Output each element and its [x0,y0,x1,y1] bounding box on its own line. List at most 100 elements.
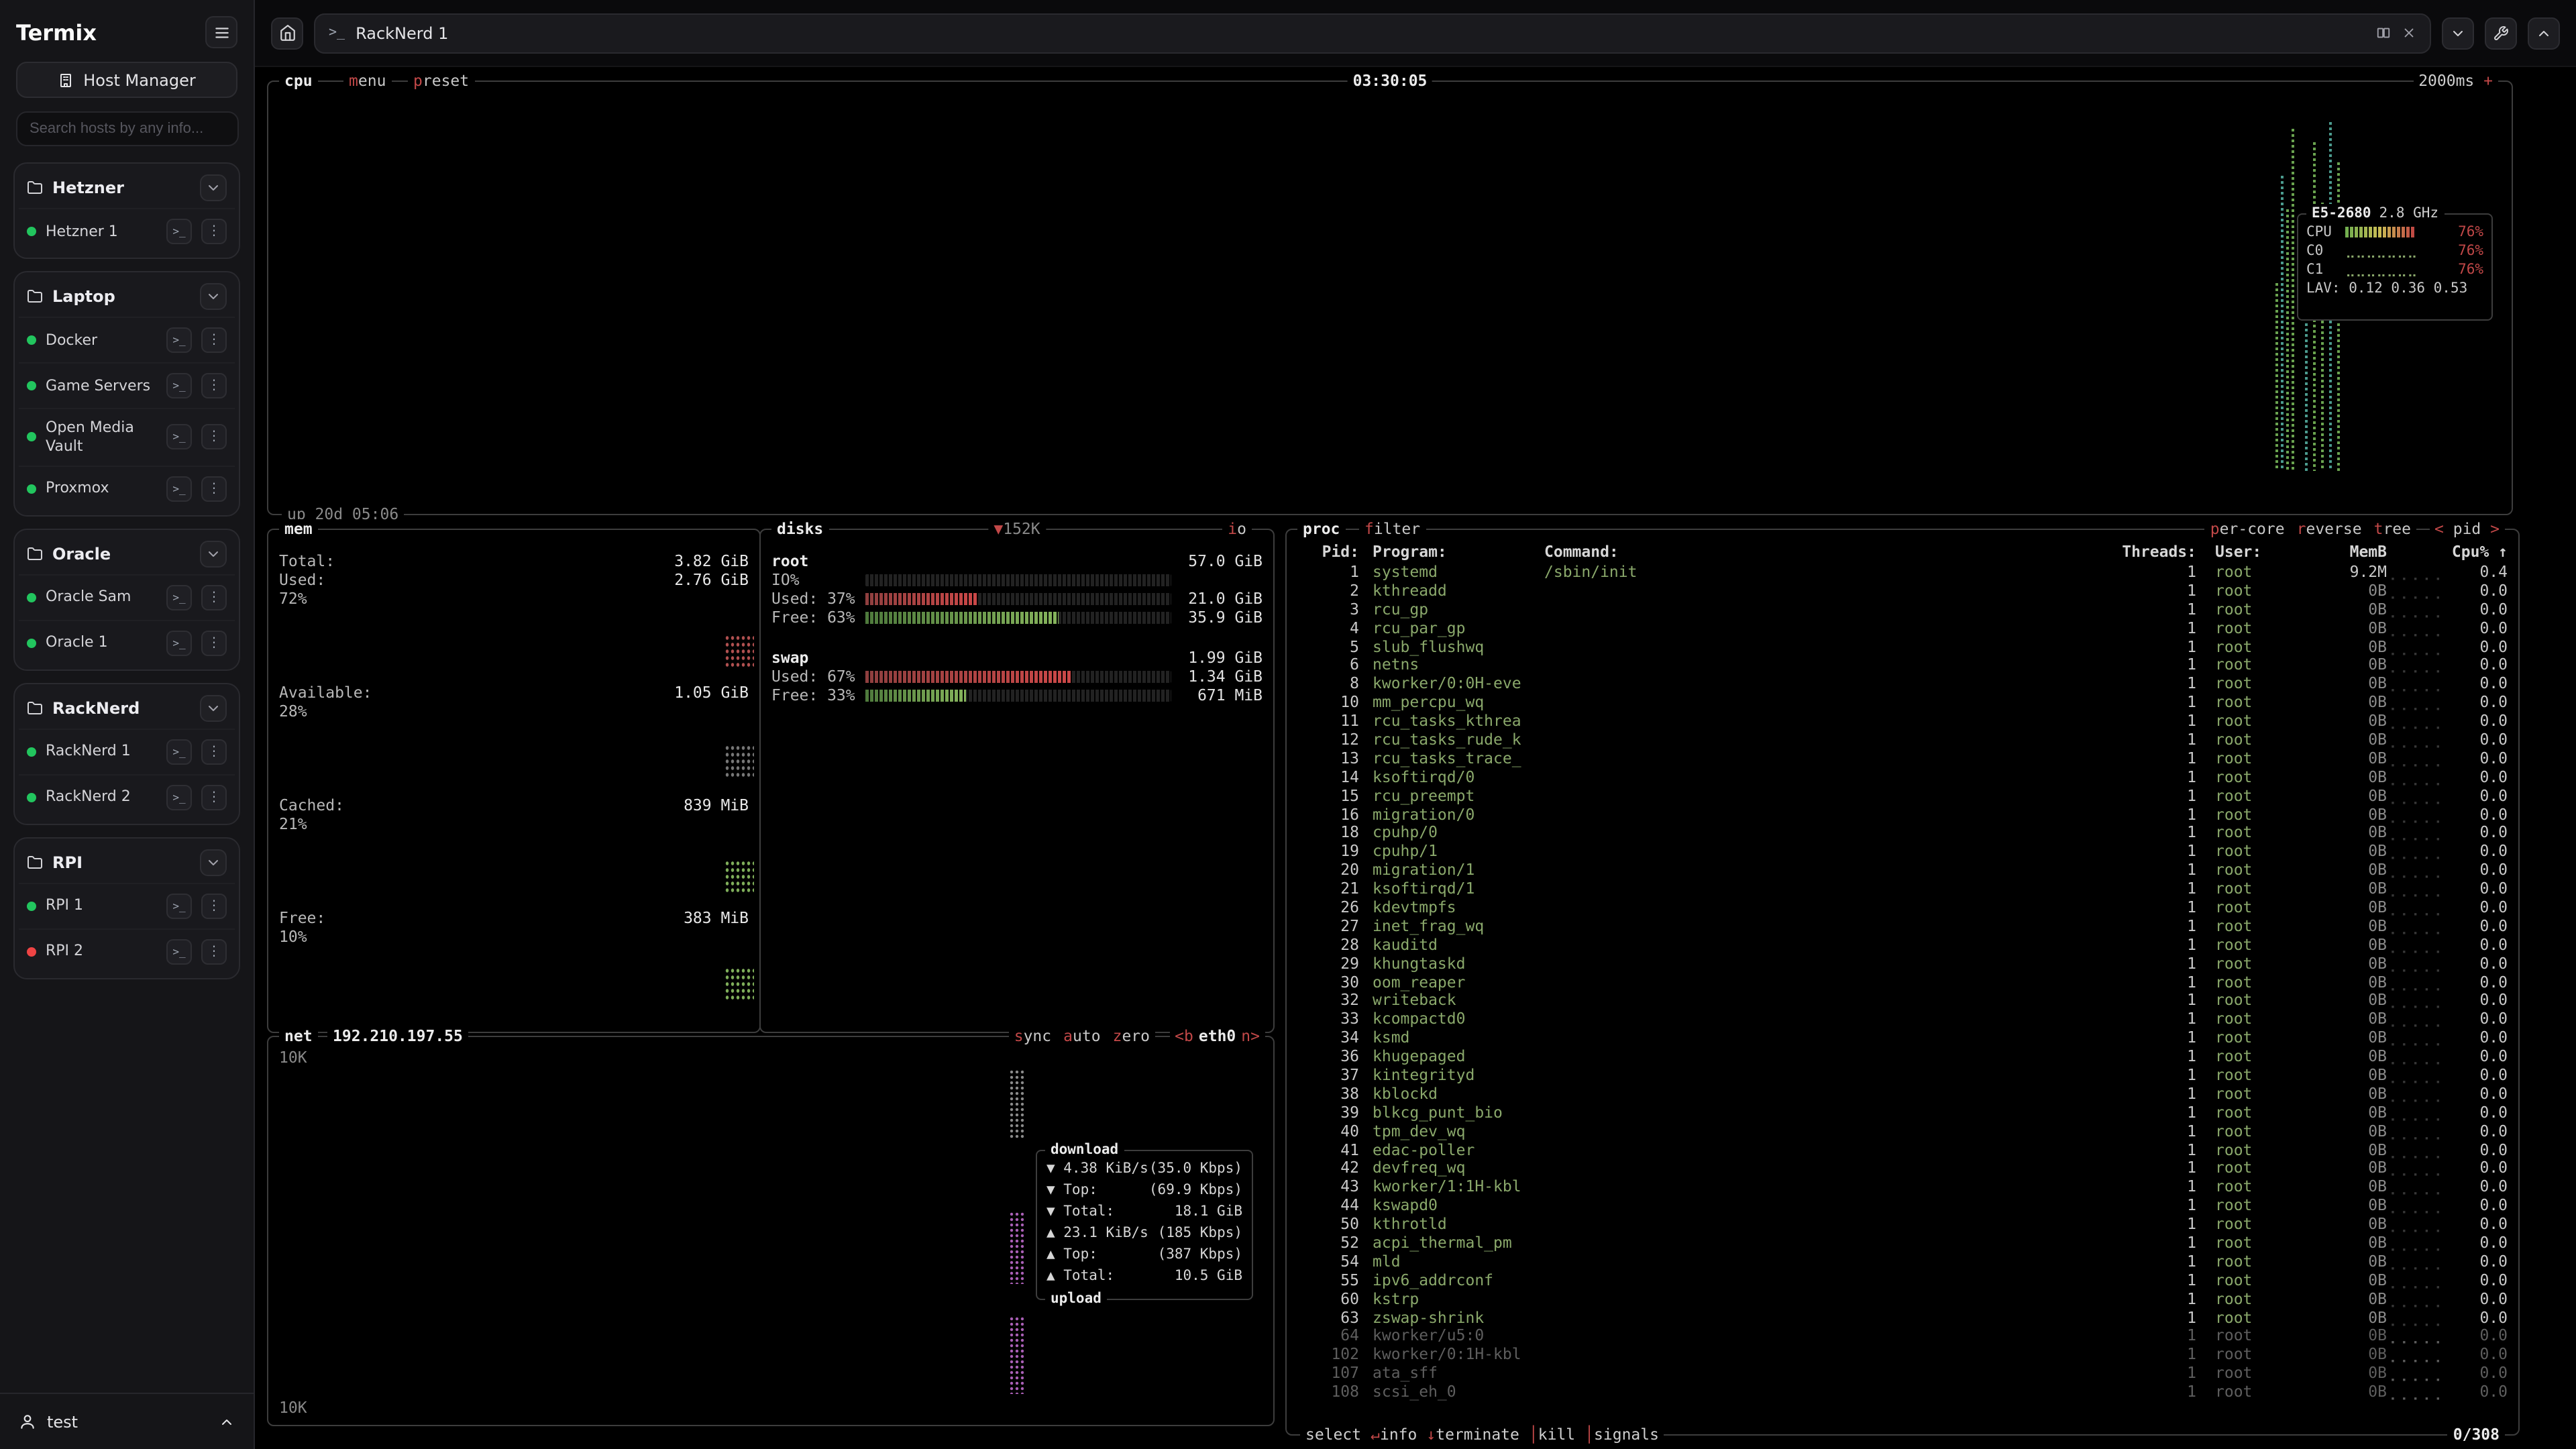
connect-terminal-button[interactable]: >_ [166,373,192,398]
connect-terminal-button[interactable]: >_ [166,327,192,353]
connect-terminal-button[interactable]: >_ [166,938,192,964]
close-tab-icon[interactable] [2402,25,2416,40]
preset-option[interactable]: preset [408,71,474,91]
host-menu-button[interactable]: ⋮ [201,893,227,918]
proc-row[interactable]: 15rcu_preempt1root0B⡀⡀⡀⡀⡀0.0 [1297,786,2508,804]
proc-row[interactable]: 44kswapd01root0B⡀⡀⡀⡀⡀0.0 [1297,1196,2508,1215]
proc-row[interactable]: 60kstrp1root0B⡀⡀⡀⡀⡀0.0 [1297,1289,2508,1307]
proc-row[interactable]: 3rcu_gp1root0B⡀⡀⡀⡀⡀0.0 [1297,600,2508,619]
proc-row[interactable]: 40tpm_dev_wq1root0B⡀⡀⡀⡀⡀0.0 [1297,1121,2508,1140]
proc-row[interactable]: 55ipv6_addrconf1root0B⡀⡀⡀⡀⡀0.0 [1297,1271,2508,1289]
proc-row[interactable]: 21ksoftirqd/11root0B⡀⡀⡀⡀⡀0.0 [1297,879,2508,898]
host-menu-button[interactable]: ⋮ [201,784,227,810]
proc-row[interactable]: 6netns1root0B⡀⡀⡀⡀⡀0.0 [1297,655,2508,674]
proc-row[interactable]: 16migration/01root0B⡀⡀⡀⡀⡀0.0 [1297,804,2508,823]
connect-terminal-button[interactable]: >_ [166,584,192,610]
host-menu-button[interactable]: ⋮ [201,476,227,501]
proc-option[interactable]: tree [2374,519,2411,539]
search-input[interactable] [16,111,239,146]
split-view-icon[interactable] [2376,25,2391,40]
host-item[interactable]: Oracle 1 >_ ⋮ [19,619,235,665]
proc-row[interactable]: 52acpi_thermal_pm1root0B⡀⡀⡀⡀⡀0.0 [1297,1233,2508,1252]
user-menu[interactable]: test [0,1393,254,1449]
proc-row[interactable]: 5slub_flushwq1root0B⡀⡀⡀⡀⡀0.0 [1297,637,2508,655]
group-collapse-button[interactable] [200,694,227,721]
proc-row[interactable]: 42devfreq_wq1root0B⡀⡀⡀⡀⡀0.0 [1297,1159,2508,1177]
host-menu-button[interactable]: ⋮ [201,584,227,610]
host-menu-button[interactable]: ⋮ [201,327,227,353]
panel-up-button[interactable] [2528,17,2560,49]
proc-row[interactable]: 28kauditd1root0B⡀⡀⡀⡀⡀0.0 [1297,935,2508,954]
net-interface[interactable]: <beth0n> [1169,1026,1265,1046]
group-collapse-button[interactable] [200,283,227,310]
proc-row[interactable]: 30oom_reaper1root0B⡀⡀⡀⡀⡀0.0 [1297,972,2508,991]
proc-row[interactable]: 18cpuhp/01root0B⡀⡀⡀⡀⡀0.0 [1297,823,2508,842]
connect-terminal-button[interactable]: >_ [166,784,192,810]
host-item[interactable]: Docker >_ ⋮ [19,317,235,362]
host-item[interactable]: Hetzner 1 >_ ⋮ [19,208,235,254]
connect-terminal-button[interactable]: >_ [166,219,192,244]
proc-row[interactable]: 2kthreadd1root0B⡀⡀⡀⡀⡀0.0 [1297,581,2508,600]
group-collapse-button[interactable] [200,540,227,567]
menu-option[interactable]: menu [343,71,391,91]
proc-row[interactable]: 10mm_percpu_wq1root0B⡀⡀⡀⡀⡀0.0 [1297,692,2508,711]
proc-row[interactable]: 11rcu_tasks_kthrea1root0B⡀⡀⡀⡀⡀0.0 [1297,711,2508,730]
connect-terminal-button[interactable]: >_ [166,739,192,764]
host-item[interactable]: Oracle Sam >_ ⋮ [19,574,235,619]
proc-row[interactable]: 37kintegrityd1root0B⡀⡀⡀⡀⡀0.0 [1297,1065,2508,1084]
footer-key[interactable]: │signals [1585,1425,1659,1445]
proc-row[interactable]: 102kworker/0:1H-kbl1root0B⡀⡀⡀⡀⡀0.0 [1297,1345,2508,1364]
proc-row[interactable]: 63zswap-shrink1root0B⡀⡀⡀⡀⡀0.0 [1297,1307,2508,1326]
proc-row[interactable]: 50kthrotld1root0B⡀⡀⡀⡀⡀0.0 [1297,1214,2508,1233]
host-menu-button[interactable]: ⋮ [201,630,227,655]
host-group-header[interactable]: Oracle [19,533,235,574]
host-menu-button[interactable]: ⋮ [201,425,227,450]
host-item[interactable]: RPI 2 >_ ⋮ [19,928,235,973]
proc-row[interactable]: 13rcu_tasks_trace_1root0B⡀⡀⡀⡀⡀0.0 [1297,749,2508,767]
proc-row[interactable]: 20migration/11root0B⡀⡀⡀⡀⡀0.0 [1297,861,2508,879]
host-item[interactable]: Proxmox >_ ⋮ [19,465,235,511]
proc-row[interactable]: 34ksmd1root0B⡀⡀⡀⡀⡀0.0 [1297,1028,2508,1047]
host-menu-button[interactable]: ⋮ [201,739,227,764]
proc-row[interactable]: 108scsi_eh_01root0B⡀⡀⡀⡀⡀0.0 [1297,1382,2508,1401]
tools-button[interactable] [2485,17,2517,49]
proc-row[interactable]: 39blkcg_punt_bio1root0B⡀⡀⡀⡀⡀0.0 [1297,1103,2508,1122]
host-item[interactable]: RackNerd 2 >_ ⋮ [19,773,235,819]
host-item[interactable]: Open Media Vault >_ ⋮ [19,408,235,465]
host-item[interactable]: Game Servers >_ ⋮ [19,362,235,408]
host-group-header[interactable]: Hetzner [19,168,235,208]
connect-terminal-button[interactable]: >_ [166,425,192,450]
host-item[interactable]: RackNerd 1 >_ ⋮ [19,728,235,773]
connect-terminal-button[interactable]: >_ [166,476,192,501]
proc-row[interactable]: 8kworker/0:0H-eve1root0B⡀⡀⡀⡀⡀0.0 [1297,674,2508,693]
host-item[interactable]: RPI 1 >_ ⋮ [19,882,235,928]
terminal[interactable]: cpu menu preset 03:30:05 2000ms + [255,67,2576,1449]
group-collapse-button[interactable] [200,849,227,875]
proc-row[interactable]: 14ksoftirqd/01root0B⡀⡀⡀⡀⡀0.0 [1297,767,2508,786]
proc-row[interactable]: 32writeback1root0B⡀⡀⡀⡀⡀0.0 [1297,991,2508,1010]
filter-option[interactable]: filter [1359,519,1426,539]
proc-row[interactable]: 64kworker/u5:01root0B⡀⡀⡀⡀⡀0.0 [1297,1326,2508,1345]
footer-key[interactable]: ↓terminate [1426,1425,1519,1445]
proc-row[interactable]: 41edac-poller1root0B⡀⡀⡀⡀⡀0.0 [1297,1140,2508,1159]
group-collapse-button[interactable] [200,174,227,201]
footer-key[interactable]: select [1305,1425,1361,1445]
footer-key[interactable]: │kill [1529,1425,1575,1445]
proc-row[interactable]: 29khungtaskd1root0B⡀⡀⡀⡀⡀0.0 [1297,953,2508,972]
connect-terminal-button[interactable]: >_ [166,893,192,918]
home-button[interactable] [271,17,303,49]
sidebar-menu-button[interactable] [205,16,237,48]
proc-row[interactable]: 38kblockd1root0B⡀⡀⡀⡀⡀0.0 [1297,1084,2508,1103]
net-control[interactable]: sync [1014,1026,1051,1046]
proc-row[interactable]: 27inet_frag_wq1root0B⡀⡀⡀⡀⡀0.0 [1297,916,2508,935]
proc-row[interactable]: 12rcu_tasks_rude_k1root0B⡀⡀⡀⡀⡀0.0 [1297,730,2508,749]
proc-row[interactable]: 33kcompactd01root0B⡀⡀⡀⡀⡀0.0 [1297,1010,2508,1028]
host-menu-button[interactable]: ⋮ [201,219,227,244]
proc-option[interactable]: per-core [2210,519,2285,539]
proc-row[interactable]: 4rcu_par_gp1root0B⡀⡀⡀⡀⡀0.0 [1297,618,2508,637]
host-group-header[interactable]: RackNerd [19,688,235,728]
connect-terminal-button[interactable]: >_ [166,630,192,655]
proc-row[interactable]: 107ata_sff1root0B⡀⡀⡀⡀⡀0.0 [1297,1364,2508,1383]
proc-row[interactable]: 19cpuhp/11root0B⡀⡀⡀⡀⡀0.0 [1297,842,2508,861]
host-manager-button[interactable]: Host Manager [16,62,237,98]
